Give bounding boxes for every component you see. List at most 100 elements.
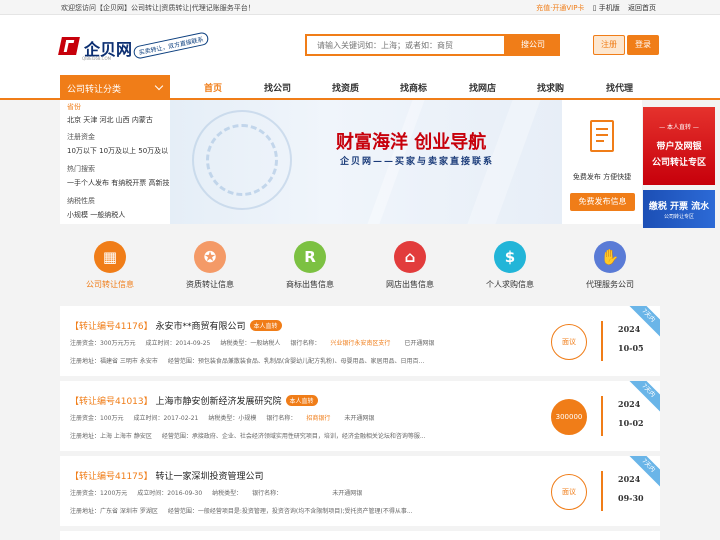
nav-item-trademarks[interactable]: 找商标 — [400, 81, 427, 94]
service-trademark-sale[interactable]: R 商标出售信息 — [260, 232, 360, 290]
listing-name: 永安市**商贸有限公司 — [155, 322, 246, 332]
nav-item-home[interactable]: 首页 — [204, 81, 222, 94]
dropdown-heading-province: 省份 — [67, 103, 81, 111]
listing-name: 转让一家深圳投资管理公司 — [155, 472, 264, 482]
dropdown-links-tax[interactable]: 小规模 一般纳税人 — [67, 210, 125, 220]
listing-netbank: 未开通网银 — [344, 415, 375, 422]
listing-card[interactable]: 【转让编号41175】 转让一家深圳投资管理公司 注册资金：1200万元 成立时间… — [60, 456, 660, 526]
listing-address: 注册地址：上海 上海市 静安区 — [70, 433, 152, 440]
service-label: 网店出售信息 — [386, 280, 434, 289]
listing-capital: 注册资金：300万元万元 — [70, 340, 136, 347]
listing-founded: 成立时间：2017-02-21 — [133, 415, 199, 422]
listing-card[interactable] — [60, 531, 660, 540]
bank-value: 兴业银行永安南区支行 — [330, 340, 391, 347]
nav-item-wanted[interactable]: 找求购 — [537, 81, 564, 94]
category-menu-button[interactable]: 公司转让分类 — [60, 75, 170, 100]
login-button[interactable]: 登录 — [627, 35, 659, 55]
listing-netbank: 未开通网银 — [332, 490, 363, 497]
service-glyph: ▦ — [102, 248, 118, 266]
service-qualification-transfer[interactable]: ✪ 资质转让信息 — [160, 232, 260, 290]
nav-item-shops[interactable]: 找网店 — [469, 81, 496, 94]
listing-date: 10-02 — [618, 418, 644, 428]
listing-capital: 注册资金：1200万元 — [70, 490, 128, 497]
service-glyph: ✪ — [203, 248, 217, 266]
vip-link[interactable]: 充值·开通VIP卡 — [536, 4, 584, 12]
dropdown-links-province[interactable]: 北京 天津 河北 山西 内蒙古 — [67, 115, 153, 125]
nav-item-qualifications[interactable]: 找资质 — [332, 81, 359, 94]
publish-button[interactable]: 免费发布信息 — [570, 193, 635, 211]
direct-transfer-badge: 本人直转 — [249, 320, 282, 331]
award-icon: ✪ — [194, 241, 226, 273]
ad-banking-transfer[interactable]: — 本人直转 — 带户及网银 公司转让专区 — [643, 107, 715, 185]
listing-bank: 银行名称： 招商银行 — [266, 415, 340, 422]
search-button[interactable]: 搜公司 — [506, 34, 560, 56]
listing-number: 【转让编号41176】 — [70, 322, 153, 332]
logo-mark-icon — [58, 37, 80, 55]
register-button[interactable]: 注册 — [593, 35, 625, 55]
service-label: 代理服务公司 — [586, 280, 634, 289]
service-glyph: $ — [504, 248, 516, 266]
search-input[interactable] — [307, 36, 504, 54]
dropdown-links-capital[interactable]: 10万以下 10万及以上 50万及以 — [67, 146, 168, 156]
listing-divider — [601, 471, 603, 511]
phone-icon: ▯ — [592, 4, 597, 12]
listing-title[interactable]: 【转让编号41013】 上海市静安创新经济发展研究院 本人直转 — [70, 394, 318, 407]
listing-number: 【转让编号41175】 — [70, 472, 153, 482]
hero-banner[interactable]: 财富海洋 创业导航 企贝网——买家与卖家直接联系 — [170, 100, 562, 224]
listing-founded: 成立时间：2014-09-25 — [145, 340, 211, 347]
home-link[interactable]: 返回首页 — [628, 4, 656, 12]
listing-card[interactable]: 【转让编号41013】 上海市静安创新经济发展研究院 本人直转 注册资金：100万… — [60, 381, 660, 451]
ad2-line2: 公司转让专区 — [663, 214, 694, 220]
service-label: 公司转让信息 — [86, 280, 134, 289]
service-label: 资质转让信息 — [186, 280, 234, 289]
ad-tax-transfer[interactable]: 缴税 开票 流水 公司转让专区 — [643, 190, 715, 228]
top-links: 充值·开通VIP卡 ▯ 手机版 返回首页 — [530, 3, 656, 13]
category-dropdown: 省份 北京 天津 河北 山西 内蒙古 注册资金 10万以下 10万及以上 50万… — [60, 100, 170, 224]
ad2-line1: 缴税 开票 流水 — [648, 202, 710, 212]
listing-meta: 注册资金：1200万元 成立时间：2016-09-30 纳税类型： 银行名称： 未开通网… — [70, 488, 372, 497]
welcome-text: 欢迎您访问【企贝网】公司转让|资质转让|代理记账服务平台！ — [61, 4, 255, 12]
publish-box: 免费发布 方便快捷 免费发布信息 — [562, 100, 642, 224]
listing-bank: 银行名称： — [252, 490, 302, 497]
listing-card[interactable]: 【转让编号41176】 永安市**商贸有限公司 本人直转 注册资金：300万元万元… — [60, 306, 660, 376]
ad1-line1: 带户及网银 — [656, 142, 702, 152]
service-company-transfer[interactable]: ▦ 公司转让信息 — [60, 232, 160, 290]
listing-title[interactable]: 【转让编号41175】 转让一家深圳投资管理公司 — [70, 469, 264, 482]
banner-subtitle: 企贝网——买家与卖家直接联系 — [340, 157, 495, 167]
bank-label: 银行名称： — [252, 490, 283, 497]
dropdown-links-hot[interactable]: 一手个人发布 有纳税开票 高新技 — [67, 178, 169, 188]
listing-tax: 纳税类型： — [212, 490, 243, 497]
nav-item-companies[interactable]: 找公司 — [264, 81, 291, 94]
search-box — [305, 34, 506, 56]
service-personal-wanted[interactable]: $ 个人求购信息 — [460, 232, 560, 290]
top-bar: 欢迎您访问【企贝网】公司转让|资质转让|代理记账服务平台！ 充值·开通VIP卡 … — [0, 0, 720, 15]
mobile-link[interactable]: ▯ 手机版 — [593, 4, 620, 12]
listing-price: 300000 — [551, 399, 587, 435]
listing-year: 2024 — [618, 474, 641, 484]
service-shop-sale[interactable]: ⌂ 网店出售信息 — [360, 232, 460, 290]
listing-address: 注册地址：福建省 三明市 永安市 — [70, 358, 158, 365]
listing-netbank: 已开通网银 — [404, 340, 435, 347]
listing-detail: 注册地址：上海 上海市 静安区 经营范围：承接政府、企业、社会经济领域实用性研究项… — [70, 431, 490, 440]
dropdown-heading-tax: 纳税性质 — [67, 197, 95, 205]
dollar-icon: $ — [494, 241, 526, 273]
listing-title[interactable]: 【转让编号41176】 永安市**商贸有限公司 本人直转 — [70, 319, 282, 332]
logo[interactable]: 企贝网 QIBEI168.COM — [58, 35, 132, 61]
chevron-down-icon — [154, 81, 164, 91]
main-nav: 公司转让分类 首页 找公司 找资质 找商标 找网店 找求购 找代理 — [0, 73, 720, 100]
direct-transfer-badge: 本人直转 — [285, 395, 318, 406]
document-edit-icon — [590, 120, 614, 152]
shop-icon: ⌂ — [394, 241, 426, 273]
listing-name: 上海市静安创新经济发展研究院 — [155, 397, 282, 407]
banner-decor-inner — [206, 124, 278, 196]
listing-year: 2024 — [618, 324, 641, 334]
service-agent-company[interactable]: ✋ 代理服务公司 — [560, 232, 660, 290]
listing-date: 09-30 — [618, 493, 644, 503]
listing-detail: 注册地址：福建省 三明市 永安市 经营范围：预包装食品兼散装食品、乳制品(含婴幼儿… — [70, 356, 490, 365]
listing-price: 面议 — [551, 324, 587, 360]
bank-label: 银行名称： — [266, 415, 297, 422]
listing-capital: 注册资金：100万元 — [70, 415, 124, 422]
slogan-stamp: 买卖转让，双方直接联系 — [132, 31, 210, 60]
listing-scope: 经营范围：承接政府、企业、社会经济领域实用性研究项目，培训，经济金融相关论坛和咨… — [161, 433, 426, 440]
nav-item-agents[interactable]: 找代理 — [606, 81, 633, 94]
